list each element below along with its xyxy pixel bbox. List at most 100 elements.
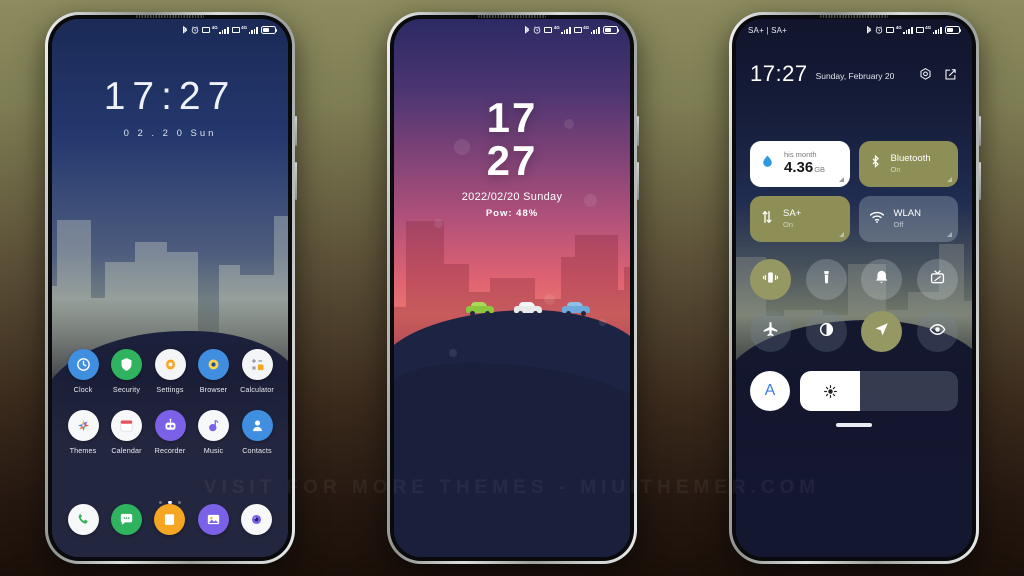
app-label: Music [203,446,224,455]
screenshot-toggle[interactable] [916,259,958,300]
app-label: Browser [199,385,228,394]
battery-power-row: Pow: 48% [394,208,630,219]
brightness-slider-fill [800,371,861,411]
earpiece-speaker [136,15,204,18]
app-calculator[interactable]: Calculator [236,349,278,394]
calendar-icon[interactable] [111,410,142,441]
auto-brightness-button[interactable]: A [750,371,790,411]
calculator-icon[interactable] [241,349,273,380]
tile-label: Bluetooth [890,153,931,165]
dock-gallery[interactable] [197,504,229,535]
status-bar: 4G 4G [52,19,288,41]
compass-icon[interactable] [198,349,229,380]
location-toggle[interactable] [861,311,903,352]
shield-icon[interactable] [111,349,142,380]
phone-frame: 4G 4G 17:27 0 2 . 2 0 Sun Clock Security… [45,12,297,564]
app-label: Settings [156,385,184,394]
music-note-icon[interactable] [198,410,229,441]
tile-label: SA+ [783,208,802,220]
lockscreen-clock: 17:27 0 2 . 2 0 Sun [52,77,288,139]
app-recorder[interactable]: Recorder [149,410,191,455]
bokeh-dot [599,319,606,326]
alarm-icon [875,26,883,34]
contrast-icon [817,320,836,344]
dock-phone[interactable] [68,504,100,535]
aod-clock: 17 27 2022/02/20 Sunday Pow: 48% [394,94,630,219]
bluetooth-icon [868,152,883,176]
bluetooth-tile[interactable]: Bluetooth On [858,141,958,187]
quick-setting-tiles: his month 4.36GB Bluetooth On SA+ On WLA… [750,141,958,242]
gear-icon[interactable] [918,67,933,82]
control-center-header: 17:27 Sunday, February 20 [750,61,958,87]
edit-icon[interactable] [943,67,958,82]
clock-hours: 17 [486,94,538,141]
app-label: Calendar [111,446,142,455]
phone-bezel: 4G 4G 17 27 2022/02/20 Sunday Pow: 48% [390,15,634,561]
dock-messages[interactable] [111,504,143,535]
sim1-indicator: 4G [202,25,229,34]
earpiece-speaker [820,15,888,18]
volume-button[interactable] [979,116,981,146]
app-label: Themes [69,446,97,455]
dark-mode-toggle[interactable] [805,311,847,352]
flower-icon[interactable] [67,410,99,441]
power-button[interactable] [979,162,981,200]
tile-state: On [783,220,794,230]
app-contacts[interactable]: Contacts [236,410,278,455]
eye-care-toggle[interactable] [916,311,958,352]
tile-expand-corner[interactable] [947,177,952,182]
sim1-indicator: 4G [886,25,913,34]
phone-frame: SA+ | SA+ 4G 4G 17:27 Sunday, February 2… [729,12,981,564]
earpiece-speaker [478,15,546,18]
toggle-row-2 [750,311,958,352]
app-grid: Clock Security Settings Browser Calculat… [52,349,288,455]
power-button[interactable] [295,162,297,200]
volume-button[interactable] [637,116,639,146]
car-white [514,302,542,316]
gear-icon[interactable] [154,349,186,380]
auto-brightness-label: A [764,382,776,399]
car-row [394,302,630,320]
app-themes[interactable]: Themes [62,410,104,455]
status-bar: SA+ | SA+ 4G 4G [736,19,972,41]
brightness-slider[interactable] [800,371,958,411]
screenshot-icon [928,268,947,292]
wifi-icon [868,208,886,231]
app-calendar[interactable]: Calendar [106,410,148,455]
bluetooth-icon [183,25,188,34]
eye-icon [928,320,947,344]
airplane-toggle[interactable] [750,311,791,352]
tile-expand-corner[interactable] [947,232,952,237]
app-security[interactable]: Security [106,349,148,394]
dock-notes[interactable] [154,504,186,535]
app-label: Recorder [154,446,186,455]
clock-minutes: 27 [486,137,538,185]
clock-date: 2022/02/20 Sunday [461,191,563,204]
clock-icon[interactable] [67,349,99,380]
app-settings[interactable]: Settings [149,349,191,394]
person-icon[interactable] [241,410,273,441]
power-button[interactable] [637,162,639,200]
robot-icon[interactable] [154,410,186,441]
app-clock[interactable]: Clock [62,349,104,394]
data-usage-tile[interactable]: his month 4.36GB [750,141,850,187]
app-browser[interactable]: Browser [193,349,235,394]
drag-handle[interactable] [736,423,972,427]
tile-unit: GB [814,165,826,175]
phone-control-center-preview: SA+ | SA+ 4G 4G 17:27 Sunday, February 2… [729,12,981,564]
phone-lockscreen-preview: 4G 4G 17:27 0 2 . 2 0 Sun Clock Security… [45,12,297,564]
volume-button[interactable] [295,116,297,146]
tile-expand-corner[interactable] [838,232,844,237]
dock-camera[interactable] [240,504,272,535]
carrier-label: SA+ | SA+ [748,25,788,35]
wlan-tile[interactable]: WLAN Off [858,196,958,242]
ring-toggle[interactable] [861,259,903,300]
tile-state: On [890,165,901,175]
flashlight-toggle[interactable] [805,259,847,300]
header-actions [918,67,958,82]
phone-bezel: SA+ | SA+ 4G 4G 17:27 Sunday, February 2… [732,15,976,561]
app-music[interactable]: Music [193,410,235,455]
vibrate-toggle[interactable] [750,259,791,300]
mobile-data-tile[interactable]: SA+ On [750,196,850,242]
tile-expand-corner[interactable] [838,177,844,182]
